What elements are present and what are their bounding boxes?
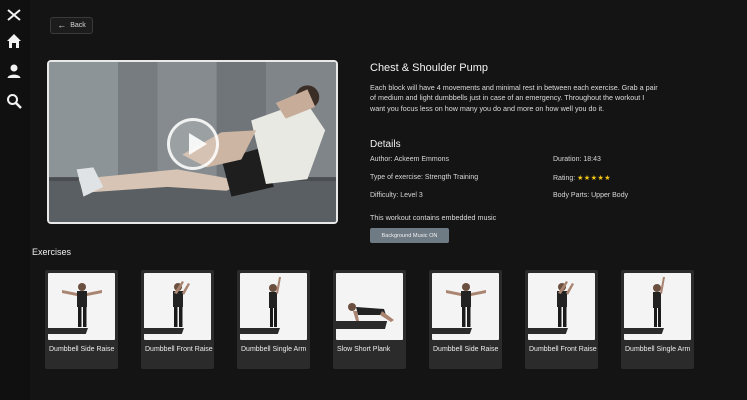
- exercise-label: Dumbbell Single Arm: [625, 346, 691, 353]
- exercise-card[interactable]: Dumbbell Side Raise: [45, 270, 118, 369]
- back-button-label: Back: [70, 22, 86, 29]
- detail-duration: Duration: 18:43: [553, 156, 601, 163]
- search-icon[interactable]: [5, 92, 23, 110]
- profile-icon[interactable]: [5, 62, 23, 80]
- exercise-label: Dumbbell Side Raise: [433, 346, 499, 353]
- exercise-label: Dumbbell Front Raise: [529, 346, 597, 353]
- music-note: This workout contains embedded music: [370, 213, 497, 222]
- exercise-thumbnail: [48, 273, 115, 340]
- detail-author: Author: Ackeem Emmons: [370, 156, 449, 163]
- sidebar: [0, 0, 30, 400]
- back-button[interactable]: ← Back: [50, 17, 93, 34]
- workout-video[interactable]: [47, 60, 338, 224]
- exercise-thumbnail: [240, 273, 307, 340]
- exercise-card[interactable]: Dumbbell Front Raise: [141, 270, 214, 369]
- background-music-toggle[interactable]: Background Music ON: [370, 228, 449, 243]
- exercise-card[interactable]: Dumbbell Side Raise: [429, 270, 502, 369]
- details-heading: Details: [370, 139, 401, 150]
- exercise-card[interactable]: Dumbbell Front Raise: [525, 270, 598, 369]
- exercise-label: Dumbbell Side Raise: [49, 346, 115, 353]
- detail-type: Type of exercise: Strength Training: [370, 174, 479, 181]
- rating-stars: ★★★★★: [577, 175, 612, 182]
- arrow-left-icon: ←: [57, 20, 67, 30]
- detail-difficulty: Difficulty: Level 3: [370, 192, 423, 199]
- exercise-label: Dumbbell Front Raise: [145, 346, 213, 353]
- exercise-label: Slow Short Plank: [337, 346, 391, 353]
- exercise-card[interactable]: Dumbbell Single Arm: [237, 270, 310, 369]
- home-icon[interactable]: [5, 32, 23, 50]
- detail-rating: Rating: ★★★★★: [553, 174, 611, 182]
- exercise-thumbnail: [144, 273, 211, 340]
- exercise-card[interactable]: Slow Short Plank: [333, 270, 406, 369]
- exercise-thumbnail: [624, 273, 691, 340]
- workout-title: Chest & Shoulder Pump: [370, 62, 489, 74]
- exercise-thumbnail: [528, 273, 595, 340]
- exercise-card[interactable]: Dumbbell Single Arm: [621, 270, 694, 369]
- play-button[interactable]: [167, 118, 219, 170]
- close-icon[interactable]: [5, 6, 23, 24]
- exercises-heading: Exercises: [32, 247, 72, 257]
- rating-label: Rating:: [553, 175, 576, 182]
- exercise-thumbnail: [336, 273, 403, 340]
- exercise-label: Dumbbell Single Arm: [241, 346, 307, 353]
- detail-body-parts: Body Parts: Upper Body: [553, 192, 629, 199]
- workout-description: Each block will have 4 movements and min…: [370, 83, 658, 113]
- exercise-thumbnail: [432, 273, 499, 340]
